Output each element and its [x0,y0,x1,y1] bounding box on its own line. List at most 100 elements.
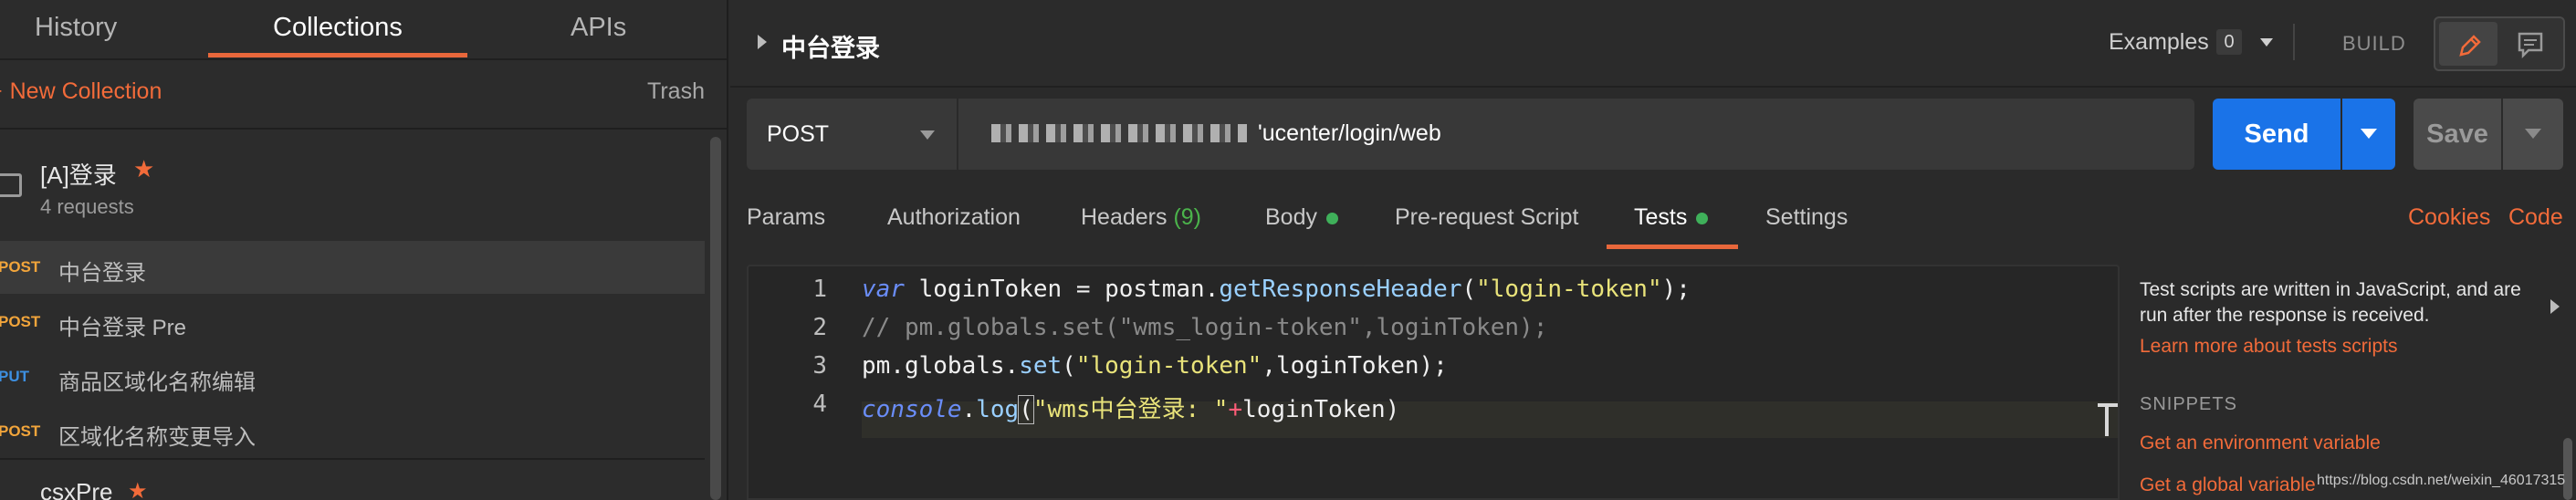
code-token: getResponseHeader [1219,276,1462,303]
star-icon[interactable]: ★ [133,155,154,183]
examples-label[interactable]: Examples [2109,29,2209,56]
trash-button[interactable]: Trash [647,78,705,105]
url-input[interactable]: 'ucenter/login/web [1258,120,1441,147]
caret-right-icon[interactable] [758,35,767,49]
code-token: loginToken) [1242,396,1400,423]
request-name: 中台登录 Pre [58,316,187,340]
tab-history[interactable]: History [35,13,117,43]
method-badge: POST [0,313,41,330]
learn-more-link[interactable]: Learn more about tests scripts [2140,336,2397,358]
line-number: 4 [812,391,827,418]
url-redacted-host [991,124,1247,142]
tab-params[interactable]: Params [747,204,825,231]
line-gutter: 1 2 3 4 [749,266,840,498]
pencil-icon [2459,35,2481,57]
request-tabs: Params Authorization Headers (9) Body Pr… [730,182,2576,252]
sidebar: History Collections APIs +New Collection… [0,0,728,500]
tab-body-label: Body [1265,204,1317,230]
method-select[interactable]: POST [747,99,958,170]
divider [0,458,705,460]
code-line: // pm.globals.set("wms_login-token",logi… [862,314,1547,341]
request-name: 商品区域化名称编辑 [58,370,256,395]
code-token: ,loginToken); [1262,352,1448,380]
method-badge: POST [0,422,41,440]
mode-switcher [2434,16,2565,71]
edit-mode-button[interactable] [2439,22,2497,66]
tests-editor[interactable]: 1 2 3 4 var loginToken = postman.getResp… [747,265,2120,500]
save-button[interactable]: Save [2414,99,2501,170]
tab-tests[interactable]: Tests [1634,204,1709,231]
code-token: // pm.globals.set("wms_login-token",logi… [862,314,1548,341]
tab-authorization[interactable]: Authorization [887,204,1021,231]
line-number: 1 [812,276,827,303]
snippet-item[interactable]: Get an environment variable [2140,432,2381,454]
method-badge: PUT [0,368,29,385]
active-tab-indicator [1607,245,1738,249]
request-header: 中台登录 Examples 0 BUILD [730,0,2576,88]
code-token: "login-token" [1476,276,1662,303]
divider [2293,24,2295,60]
tab-pre-request-script[interactable]: Pre-request Script [1395,204,1578,231]
send-button[interactable]: Send [2213,99,2340,170]
tab-headers-label: Headers [1081,204,1168,230]
collection-folder[interactable]: [A]登录 ★ 4 requests [0,137,703,237]
method-badge: POST [0,258,41,276]
request-builder: 中台登录 Examples 0 BUILD POST 'ucenter/logi… [730,0,2576,500]
tab-apis[interactable]: APIs [571,13,626,43]
snippets-panel: Test scripts are written in JavaScript, … [2120,265,2576,500]
chevron-down-icon[interactable] [2260,38,2273,47]
headers-count: (9) [1173,204,1202,230]
tab-headers[interactable]: Headers (9) [1081,204,1201,231]
send-options-button[interactable] [2342,99,2395,170]
request-item[interactable]: POST 中台登录 [0,241,705,294]
request-name: 区域化名称变更导入 [58,425,256,450]
code-token: loginToken [904,276,1076,303]
code-token: postman. [1090,276,1220,303]
request-item[interactable]: PUT 商品区域化名称编辑 [0,350,705,403]
request-name: 中台登录 [58,261,146,286]
tab-settings[interactable]: Settings [1765,204,1848,231]
active-tab-indicator [208,53,467,57]
code-token: console [862,396,962,423]
snippets-heading: SNIPPETS [2140,394,2237,414]
documentation-mode-button[interactable] [2501,22,2560,66]
code-token: set [1019,352,1063,380]
text-cursor [2105,403,2116,436]
new-collection-label: New Collection [9,78,162,104]
tab-tests-label: Tests [1634,204,1688,230]
code-token: pm.globals. [862,352,1020,380]
new-collection-button[interactable]: +New Collection [0,78,165,105]
examples-count: 0 [2216,29,2242,55]
line-number: 3 [812,352,827,380]
sidebar-scrollbar[interactable] [710,137,721,500]
cookies-link[interactable]: Cookies [2408,204,2490,231]
snippets-info: Test scripts are written in JavaScript, … [2140,279,2521,326]
code-token: "login-token" [1075,352,1262,380]
request-item[interactable]: POST 区域化名称变更导入 [0,405,705,458]
chevron-down-icon [920,130,935,140]
tab-collections[interactable]: Collections [273,13,403,43]
build-label: BUILD [2342,32,2406,55]
code-line: var loginToken = postman.getResponseHead… [862,276,1691,303]
status-dot-icon [1696,212,1709,224]
code-token: ); [1661,276,1691,303]
code-token: "wms中台登录: " [1032,396,1229,423]
caret-right-icon[interactable] [2550,299,2560,314]
request-title[interactable]: 中台登录 [781,28,880,64]
request-item[interactable]: POST 中台登录 Pre [0,296,705,349]
code-token: + [1228,396,1243,423]
collection-name: csxPre [40,478,113,500]
snippets-scrollbar[interactable] [2563,438,2572,500]
snippet-item[interactable]: Get a global variable [2140,474,2316,496]
watermark: https://blog.csdn.net/weixin_46017315 [2317,473,2566,488]
collection-request-count: 4 requests [40,195,134,218]
star-icon[interactable]: ★ [128,478,148,500]
sidebar-tabs: History Collections APIs [0,0,727,60]
code-line: pm.globals.set("login-token",loginToken)… [862,352,1448,380]
code-token: var [862,276,905,303]
tab-body[interactable]: Body [1265,204,1338,231]
save-options-button[interactable] [2503,99,2563,170]
code-token: = [1075,276,1091,303]
code-link[interactable]: Code [2508,204,2563,231]
folder-icon [0,173,22,197]
